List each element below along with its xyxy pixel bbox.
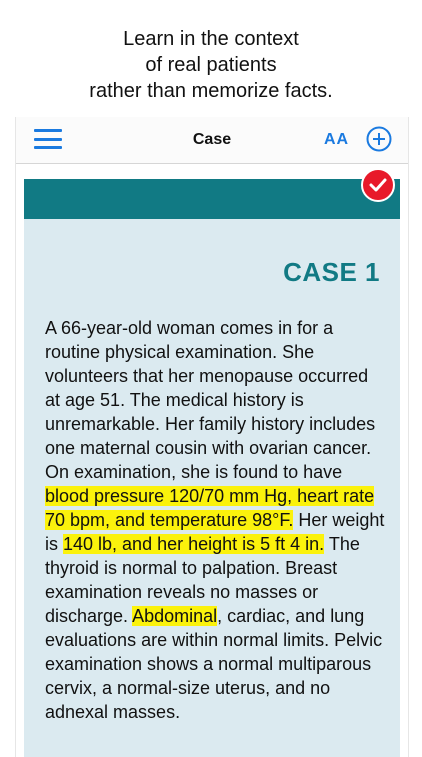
promo-caption: Learn in the context of real patients ra… — [0, 26, 422, 104]
case-text-segment: A 66-year-old woman comes in for a routi… — [45, 318, 376, 482]
page-title: Case — [192, 131, 232, 148]
case-description: A 66-year-old woman comes in for a routi… — [45, 316, 387, 724]
case-header-bar — [24, 179, 400, 219]
case-card: CASE 1 A 66-year-old woman comes in for … — [24, 179, 400, 757]
promo-line-3: rather than memorize facts. — [89, 80, 333, 102]
highlighted-text[interactable]: Abdominal — [132, 606, 218, 626]
promo-line-1: Learn in the context — [123, 28, 299, 50]
promo-line-2: of real patients — [145, 54, 277, 76]
highlighted-text[interactable]: 140 lb, and her height is 5 ft 4 in. — [63, 534, 325, 554]
case-title: CASE 1 — [283, 257, 380, 287]
checkmark-icon — [369, 178, 387, 192]
app-screen: Case AA CASE 1 A 66-year-old woman comes… — [15, 117, 409, 757]
navigation-bar: Case AA — [16, 117, 408, 164]
plus-circle-icon[interactable] — [366, 126, 392, 152]
font-size-button[interactable]: AA — [324, 131, 349, 149]
checkmark-badge-icon[interactable] — [361, 168, 395, 202]
